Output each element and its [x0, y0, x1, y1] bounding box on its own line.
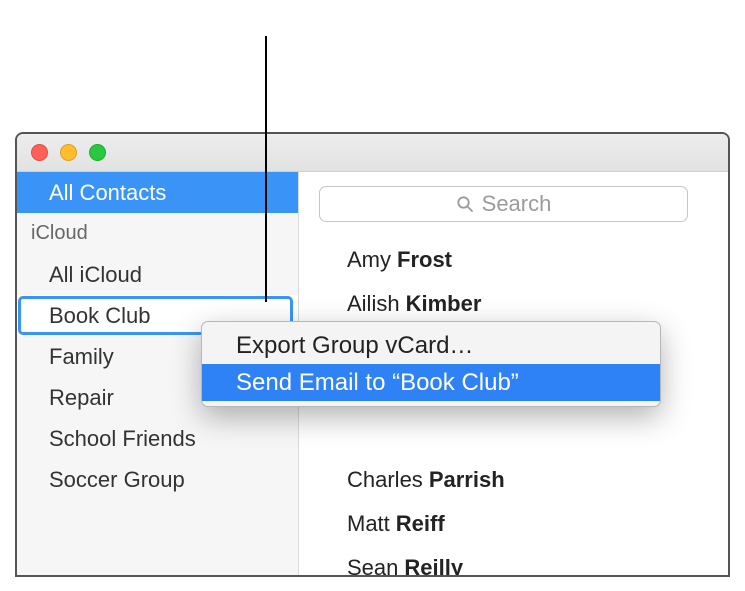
contact-first: Ailish: [347, 291, 400, 317]
menu-item-label: Send Email to “Book Club”: [236, 369, 519, 397]
menu-item-label: Export Group vCard…: [236, 332, 473, 360]
sidebar-section-label: iCloud: [31, 222, 88, 245]
list-item[interactable]: Ailish Kimber: [319, 282, 698, 326]
search-wrap: Search: [319, 186, 698, 232]
list-item[interactable]: Charles Parrish: [319, 458, 698, 502]
sidebar-item-school-friends[interactable]: School Friends: [17, 418, 298, 459]
sidebar-item-soccer-group[interactable]: Soccer Group: [17, 459, 298, 500]
menu-item-send-email[interactable]: Send Email to “Book Club”: [202, 364, 660, 401]
sidebar-item-label: All Contacts: [49, 180, 166, 206]
contact-last: Reilly: [404, 555, 463, 575]
minimize-button[interactable]: [60, 144, 77, 161]
list-item[interactable]: Amy Frost: [319, 238, 698, 282]
list-item[interactable]: Matt Reiff: [319, 502, 698, 546]
contact-last: Frost: [397, 247, 452, 273]
sidebar-item-label: Family: [49, 344, 114, 370]
callout-line: [265, 36, 267, 302]
contact-first: Sean: [347, 555, 398, 575]
search-input[interactable]: Search: [319, 186, 688, 222]
sidebar-item-all-icloud[interactable]: All iCloud: [17, 254, 298, 295]
sidebar-item-label: Soccer Group: [49, 467, 185, 493]
contact-first: Amy: [347, 247, 391, 273]
title-bar: [17, 134, 728, 172]
search-placeholder: Search: [482, 191, 552, 217]
maximize-button[interactable]: [89, 144, 106, 161]
contact-last: Parrish: [429, 467, 505, 493]
contact-first: Matt: [347, 511, 390, 537]
close-button[interactable]: [31, 144, 48, 161]
sidebar-item-label: Repair: [49, 385, 114, 411]
sidebar-item-label: School Friends: [49, 426, 196, 452]
sidebar-section-header: iCloud: [17, 213, 298, 254]
menu-item-export-vcard[interactable]: Export Group vCard…: [202, 327, 660, 364]
contact-first: Charles: [347, 467, 423, 493]
context-menu: Export Group vCard… Send Email to “Book …: [201, 321, 661, 407]
contact-last: Kimber: [406, 291, 482, 317]
list-item[interactable]: Sean Reilly: [319, 546, 698, 575]
sidebar-item-label: All iCloud: [49, 262, 142, 288]
search-icon: [456, 195, 474, 213]
list-item[interactable]: [319, 414, 698, 458]
contact-last: Reiff: [396, 511, 445, 537]
sidebar-item-all-contacts[interactable]: All Contacts: [17, 172, 298, 213]
sidebar-item-label: Book Club: [49, 303, 151, 329]
